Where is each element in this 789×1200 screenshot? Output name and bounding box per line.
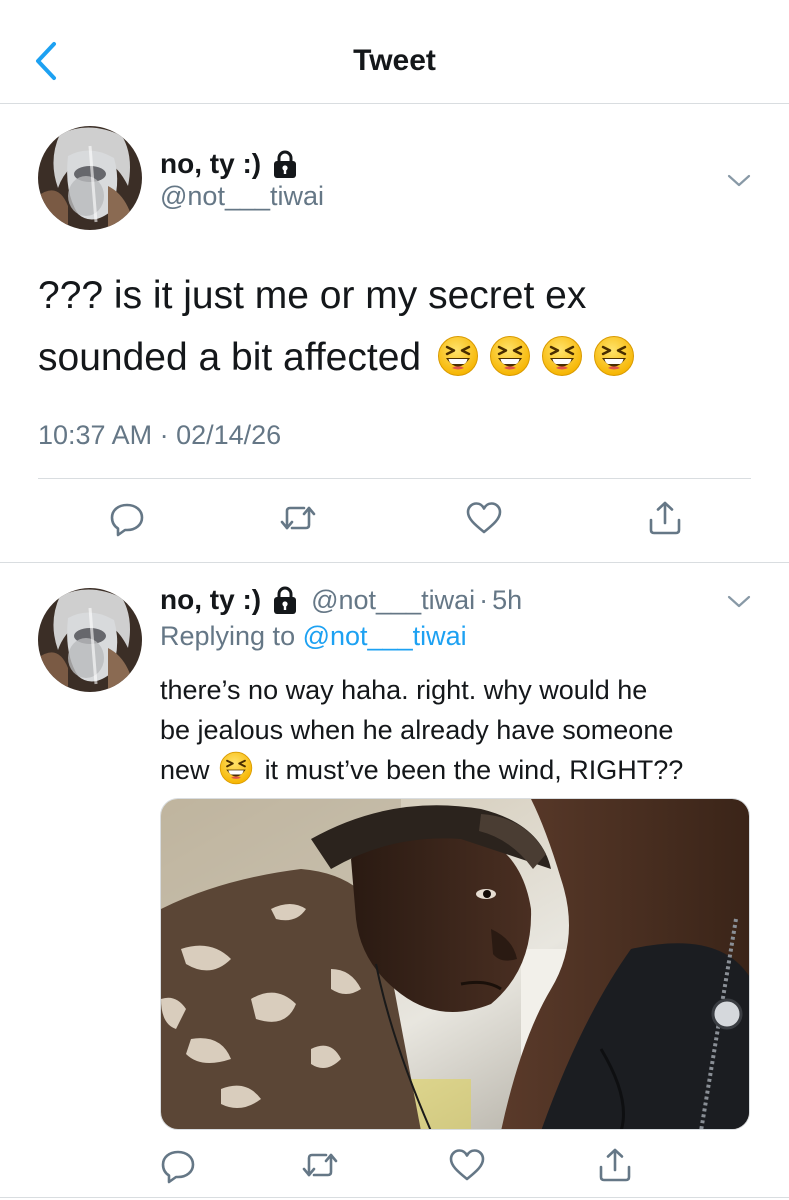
grinning-squinting-face-emoji-icon xyxy=(593,335,635,377)
reply-text-line-1: there’s no way haha. right. why would he xyxy=(160,675,648,705)
chevron-down-icon[interactable] xyxy=(726,172,752,190)
author-avatar[interactable] xyxy=(38,126,142,230)
reply-text: there’s no way haha. right. why would he… xyxy=(160,670,760,790)
reply-icon[interactable] xyxy=(107,498,147,538)
share-icon[interactable] xyxy=(595,1145,635,1185)
retweet-icon[interactable] xyxy=(278,498,318,538)
grinning-squinting-face-emoji-icon xyxy=(437,335,479,377)
staredown-photo-image xyxy=(161,799,749,1129)
like-icon[interactable] xyxy=(464,498,504,538)
tweet-text-line-2: sounded a bit affected xyxy=(38,327,758,389)
divider xyxy=(0,1197,789,1198)
reply-author-handle[interactable]: @not___tiwai xyxy=(311,585,475,616)
lock-icon xyxy=(271,149,299,179)
avatar-image xyxy=(38,588,142,692)
share-icon[interactable] xyxy=(645,498,685,538)
reply-author-display-name[interactable]: no, ty :) xyxy=(160,584,261,616)
grinning-squinting-face-emoji-icon xyxy=(489,335,531,377)
avatar-image xyxy=(38,126,142,230)
grinning-squinting-face-emoji-icon xyxy=(541,335,583,377)
separator-dot: · xyxy=(479,584,489,615)
like-icon[interactable] xyxy=(447,1145,487,1185)
top-nav-bar: Tweet xyxy=(0,0,789,104)
chevron-down-icon[interactable] xyxy=(726,593,752,611)
reply-text-line-3-start: new xyxy=(160,755,210,785)
divider xyxy=(38,478,751,479)
reply-header-row: no, ty :) @not___tiwai · 5h xyxy=(160,581,522,619)
reply-text-line-3: new it must’ve been the wind, RIGHT?? xyxy=(160,750,760,790)
retweet-icon[interactable] xyxy=(300,1145,340,1185)
tweet-text: ??? is it just me or my secret ex sounde… xyxy=(38,265,758,389)
tweet-timestamp[interactable]: 10:37 AM · 02/14/26 xyxy=(38,420,281,451)
tweet-text-line-1: ??? is it just me or my secret ex xyxy=(38,274,587,317)
reply-icon[interactable] xyxy=(158,1145,198,1185)
page-title: Tweet xyxy=(353,44,436,77)
replying-to-label: Replying to xyxy=(160,621,296,651)
author-name-row: no, ty :) xyxy=(160,145,299,183)
replying-to-handle-link[interactable]: @not___tiwai xyxy=(303,621,467,651)
reply-action-bar xyxy=(0,1145,789,1191)
lock-icon xyxy=(271,585,299,615)
author-display-name[interactable]: no, ty :) xyxy=(160,148,261,180)
reply-text-line-3-end: it must’ve been the wind, RIGHT?? xyxy=(264,755,684,785)
tweet-text-line-2-words: sounded a bit affected xyxy=(38,336,422,379)
reply-relative-time[interactable]: 5h xyxy=(492,585,522,616)
replying-to-line: Replying to @not___tiwai xyxy=(160,621,467,652)
tweet-action-bar xyxy=(0,498,789,544)
tweet-media-photo[interactable] xyxy=(160,798,750,1130)
grinning-squinting-face-emoji-icon xyxy=(219,751,253,785)
reply-text-line-2: be jealous when he already have someone xyxy=(160,715,674,745)
section-divider xyxy=(0,562,789,563)
reply-author-avatar[interactable] xyxy=(38,588,142,692)
author-handle[interactable]: @not___tiwai xyxy=(160,181,324,212)
